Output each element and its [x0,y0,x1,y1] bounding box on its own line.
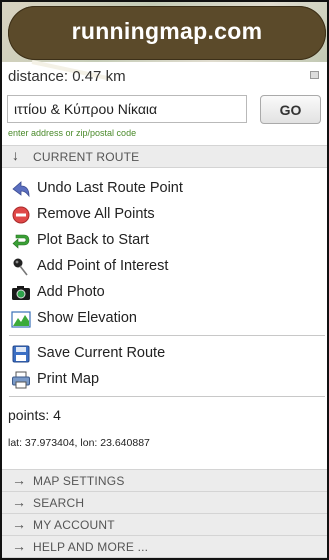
header-map-background: runningmap.com [2,2,327,81]
arrow-right-icon: → [12,516,26,532]
lat-lon-readout: lat: 37.973404, lon: 23.640887 [8,437,150,449]
go-button[interactable]: GO [260,95,321,124]
logo-text: runningmap.com [71,18,263,44]
section-label: CURRENT ROUTE [33,150,140,164]
section-label: HELP AND MORE ... [33,540,149,554]
distance-unit-toggle[interactable] [310,71,319,79]
save-current-route-button[interactable]: Save Current Route [2,341,327,367]
divider [9,335,325,336]
arrow-right-icon: → [12,472,26,488]
section-current-route[interactable]: ↓ CURRENT ROUTE [2,145,327,168]
show-elevation-button[interactable]: Show Elevation [2,306,327,332]
arrow-right-icon: → [12,538,26,554]
elevation-chart-icon [11,311,31,328]
section-my-account[interactable]: → MY ACCOUNT [2,513,327,536]
divider [9,396,325,397]
arrow-down-icon: ↓ [12,147,19,163]
section-map-settings[interactable]: → MAP SETTINGS [2,469,327,492]
add-point-of-interest-button[interactable]: Add Point of Interest [2,254,327,280]
undo-last-point-button[interactable]: Undo Last Route Point [2,176,327,202]
print-map-button[interactable]: Print Map [2,367,327,393]
camera-icon [12,286,30,300]
points-count: points: 4 [8,407,61,423]
printer-icon [12,371,30,389]
arrow-right-icon: → [12,494,26,510]
add-photo-button[interactable]: Add Photo [2,280,327,306]
remove-all-points-button[interactable]: Remove All Points [2,202,327,228]
section-help-and-more[interactable]: → HELP AND MORE ... [2,535,327,558]
address-hint: enter address or zip/postal code [8,128,137,138]
floppy-disk-icon [12,345,30,363]
plot-back-to-start-button[interactable]: Plot Back to Start [2,228,327,254]
sidebar-panel: runningmap.com distance: 0.47 km GO ente… [0,0,329,560]
section-label: MAP SETTINGS [33,474,125,488]
section-search[interactable]: → SEARCH [2,491,327,514]
remove-circle-icon [12,206,30,224]
pushpin-icon [13,258,28,276]
return-arrow-icon [12,234,30,249]
address-input[interactable] [7,95,247,123]
undo-arrow-icon [12,181,30,198]
section-label: SEARCH [33,496,85,510]
section-label: MY ACCOUNT [33,518,115,532]
site-logo[interactable]: runningmap.com [8,6,326,60]
distance-readout: distance: 0.47 km [8,68,126,85]
